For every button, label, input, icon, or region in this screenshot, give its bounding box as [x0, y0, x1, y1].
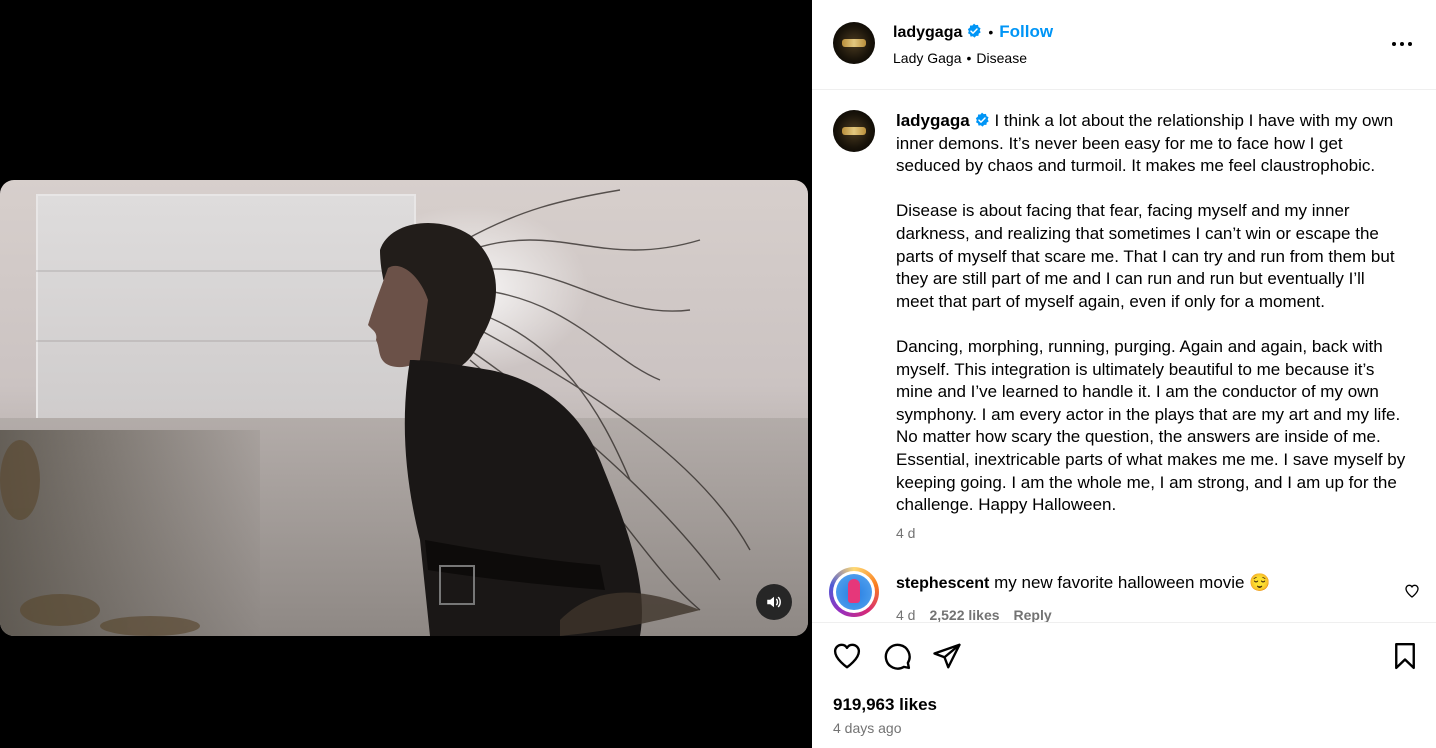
speaker-icon	[767, 596, 781, 608]
avatar[interactable]	[833, 22, 875, 64]
more-options-icon[interactable]	[1388, 34, 1416, 54]
comment-username[interactable]: stephescent	[896, 575, 989, 592]
post-side-panel: ladygaga • Follow Lady Gaga • Disease ladyg…	[812, 0, 1436, 748]
header-subtitle: Lady Gaga • Disease	[893, 50, 1027, 66]
likes-count[interactable]: 919,963 likes	[833, 695, 937, 715]
bookmark-icon[interactable]	[1390, 641, 1420, 671]
song-link[interactable]: Disease	[976, 50, 1027, 66]
verified-badge-icon	[975, 112, 989, 127]
comment-avatar[interactable]	[829, 567, 879, 617]
caption-username[interactable]: ladygaga	[896, 111, 970, 130]
separator-dot: •	[988, 24, 994, 40]
header-user-line: ladygaga • Follow	[893, 22, 1053, 42]
mute-button[interactable]	[756, 584, 792, 620]
caption-timestamp[interactable]: 4 d	[896, 525, 915, 541]
post-actions: 919,963 likes 4 days ago	[812, 622, 1436, 748]
artist-link[interactable]: Lady Gaga	[893, 50, 962, 66]
post-header: ladygaga • Follow Lady Gaga • Disease	[812, 0, 1436, 90]
separator-dot: •	[966, 50, 972, 66]
comment-bubble-icon[interactable]	[882, 641, 912, 671]
follow-button[interactable]: Follow	[999, 22, 1053, 41]
reply-button[interactable]: Reply	[1014, 607, 1052, 622]
video-figure	[0, 189, 751, 636]
avatar	[833, 571, 875, 613]
comment-meta: 4 d 2,522 likes Reply	[896, 607, 1066, 622]
comment-likes[interactable]: 2,522 likes	[929, 607, 999, 622]
heart-icon[interactable]	[1404, 583, 1420, 599]
media-pane	[0, 0, 812, 748]
post-video[interactable]	[0, 180, 808, 636]
post-date[interactable]: 4 days ago	[833, 720, 902, 736]
paper-plane-icon[interactable]	[932, 641, 962, 671]
verified-badge-icon	[968, 23, 982, 38]
caption-body: I think a lot about the relationship I h…	[896, 111, 1406, 515]
comment-body: my new favorite halloween movie 😌	[994, 573, 1271, 592]
comments-scroll-area[interactable]: ladygaga I think a lot about the relatio…	[812, 91, 1436, 622]
author-username[interactable]: ladygaga	[893, 24, 962, 41]
comment-timestamp[interactable]: 4 d	[896, 607, 915, 622]
post-caption: ladygaga I think a lot about the relatio…	[896, 110, 1406, 517]
comment: stephescent my new favorite halloween mo…	[896, 573, 1376, 593]
avatar[interactable]	[833, 110, 875, 152]
heart-icon[interactable]	[832, 641, 862, 671]
